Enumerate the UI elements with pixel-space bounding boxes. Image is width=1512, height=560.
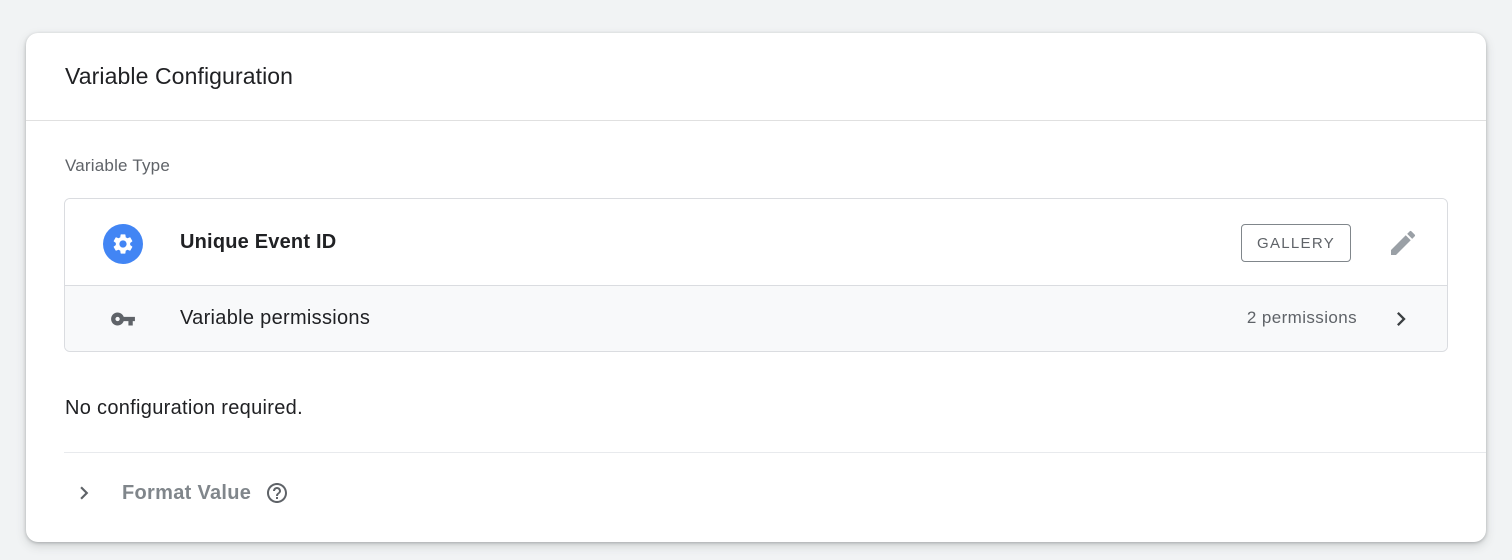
card-title: Variable Configuration [65,63,294,89]
pencil-icon [1391,230,1416,255]
variable-type-row[interactable]: Unique Event ID GALLERY [65,199,1447,286]
variable-permissions-label: Variable permissions [180,307,371,329]
permissions-count: 2 permissions [1246,308,1357,327]
help-icon[interactable] [265,481,289,505]
no-configuration-message: No configuration required. [65,397,303,419]
variable-permissions-row[interactable]: Variable permissions 2 permissions [65,286,1447,351]
chevron-right-icon [1387,305,1415,333]
divider [64,452,1486,453]
key-icon [109,307,137,331]
chevron-right-icon [70,479,98,507]
card-header: Variable Configuration [26,33,1486,121]
variable-type-label: Variable Type [65,156,170,175]
format-value-toggle[interactable]: Format Value [64,473,464,513]
variable-configuration-card: Variable Configuration Variable Type Uni… [26,33,1486,542]
format-value-label: Format Value [122,481,252,504]
gallery-badge: GALLERY [1241,224,1351,262]
gear-icon [103,224,143,264]
variable-type-box: Unique Event ID GALLERY Variable permiss… [64,198,1448,352]
variable-type-name: Unique Event ID [180,231,337,253]
edit-variable-type-button[interactable] [1385,225,1421,261]
